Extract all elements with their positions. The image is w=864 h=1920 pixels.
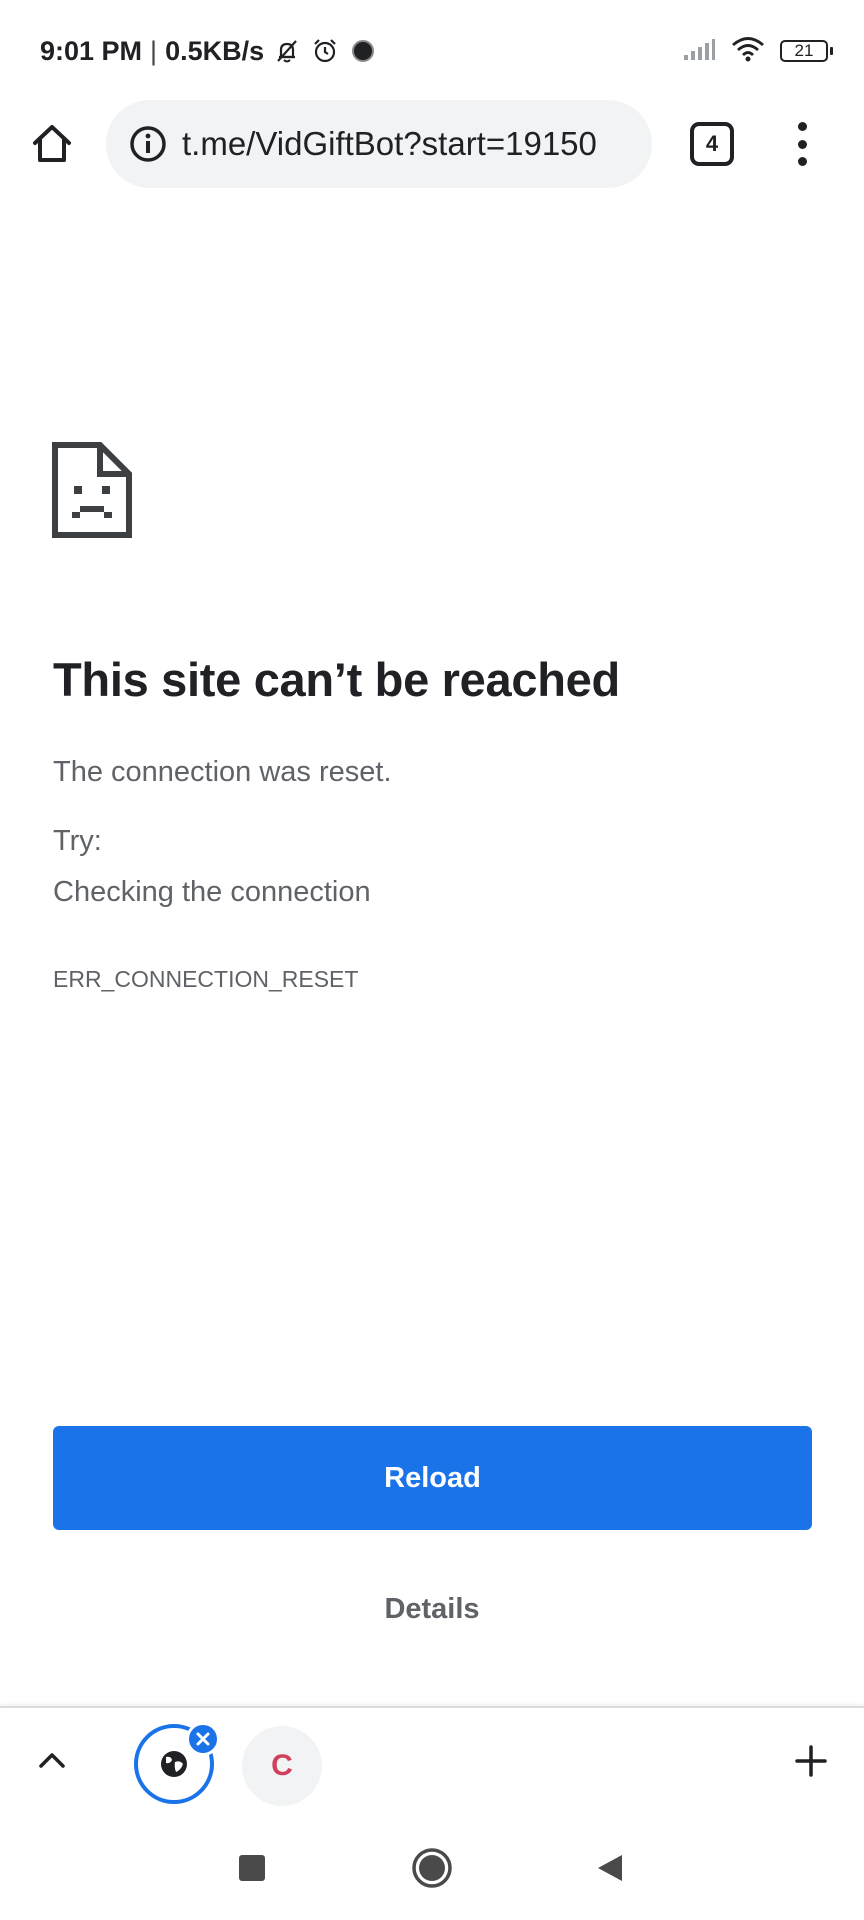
plus-icon[interactable] <box>788 1738 834 1784</box>
home-circle-icon[interactable] <box>410 1846 454 1890</box>
back-triangle-icon[interactable] <box>588 1846 632 1890</box>
close-tab-button[interactable] <box>186 1722 220 1756</box>
close-icon <box>196 1732 210 1746</box>
error-description: The connection was reset. <box>53 756 392 788</box>
status-left: 9:01 PM | 0.5KB/s <box>40 34 378 68</box>
menu-dot <box>797 139 807 149</box>
error-code: ERR_CONNECTION_RESET <box>53 966 359 992</box>
record-icon <box>348 36 378 66</box>
suggestion-item: Checking the connection <box>53 876 371 908</box>
network-speed: 0.5KB/s <box>165 35 265 66</box>
status-time: 9:01 PM <box>40 35 143 66</box>
tab-favicon-letter: C <box>271 1749 293 1782</box>
browser-toolbar: t.me/VidGiftBot?start=19150 4 <box>0 100 864 188</box>
tab-item[interactable]: C <box>242 1726 322 1806</box>
tab-switcher-button[interactable]: 4 <box>690 122 734 166</box>
reload-button[interactable]: Reload <box>53 1426 812 1530</box>
battery-icon: 21 <box>780 40 833 62</box>
globe-icon <box>161 1751 187 1777</box>
address-bar[interactable]: t.me/VidGiftBot?start=19150 <box>106 100 652 188</box>
try-label: Try: <box>53 825 102 857</box>
sad-page-icon <box>52 442 132 538</box>
tab-count: 4 <box>705 131 719 156</box>
tab-strip: C <box>0 1706 864 1816</box>
more-vert-icon[interactable] <box>784 122 820 166</box>
wifi-icon <box>730 35 766 68</box>
recents-square-icon[interactable] <box>230 1846 274 1890</box>
status-bar: 9:01 PM | 0.5KB/s 21 <box>0 0 864 100</box>
details-button[interactable]: Details <box>332 1584 532 1634</box>
home-icon <box>33 125 71 162</box>
browser-page: 9:01 PM | 0.5KB/s 21 t.me/VidGiftBot?sta… <box>0 0 864 1920</box>
signal-icon <box>682 37 716 66</box>
system-navigation-bar <box>0 1816 864 1920</box>
home-button[interactable] <box>24 116 80 172</box>
chevron-up-icon[interactable] <box>30 1738 74 1782</box>
url-text[interactable]: t.me/VidGiftBot?start=19150 <box>182 125 597 163</box>
alarm-icon <box>310 36 340 66</box>
info-icon[interactable] <box>128 124 168 164</box>
menu-dot <box>797 122 807 131</box>
menu-dot <box>797 157 807 166</box>
status-separator: | <box>150 35 158 66</box>
notifications-off-icon <box>272 36 302 66</box>
battery-level: 21 <box>794 41 814 60</box>
status-right: 21 <box>682 34 833 68</box>
error-title: This site can’t be reached <box>53 653 620 706</box>
